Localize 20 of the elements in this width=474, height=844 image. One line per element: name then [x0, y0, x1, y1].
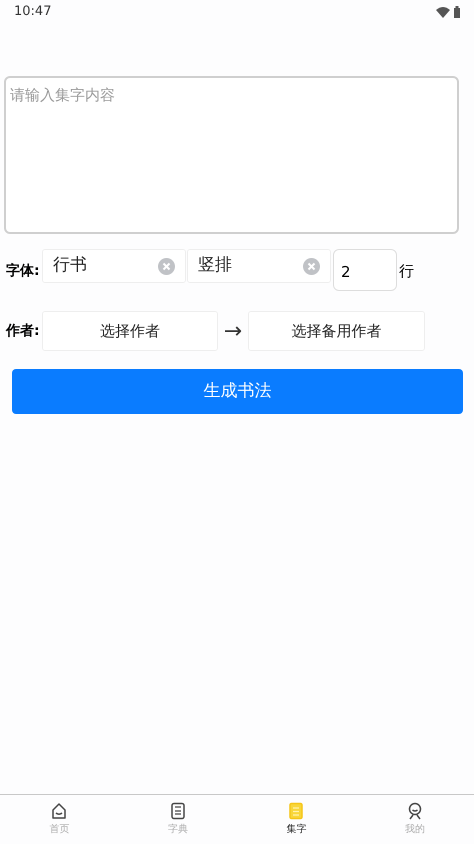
battery-icon	[454, 6, 460, 18]
author-label: 作者:	[6, 322, 41, 340]
arrow-icon: →	[218, 314, 248, 348]
notepad-icon	[287, 802, 306, 820]
generate-button[interactable]: 生成书法	[12, 369, 463, 414]
rows-unit-label: 行	[399, 261, 414, 282]
select-author-button[interactable]: 选择作者	[42, 311, 218, 351]
layout-select[interactable]: 竖排	[187, 249, 331, 283]
notebook-icon	[168, 802, 187, 820]
rows-input-field[interactable]: 2	[333, 249, 397, 291]
tab[interactable]: 集字	[237, 795, 356, 844]
content-input-field[interactable]: 请输入集字内容	[4, 76, 459, 234]
style-select[interactable]: 行书	[42, 249, 186, 283]
select-backup-author-button[interactable]: 选择备用作者	[248, 311, 425, 351]
font-label: 字体:	[6, 262, 41, 281]
clear-icon[interactable]	[158, 258, 175, 274]
house-icon	[50, 802, 68, 820]
wifi-icon	[436, 6, 450, 18]
status-time: 10:47	[14, 3, 52, 22]
clear-icon[interactable]	[303, 258, 320, 274]
